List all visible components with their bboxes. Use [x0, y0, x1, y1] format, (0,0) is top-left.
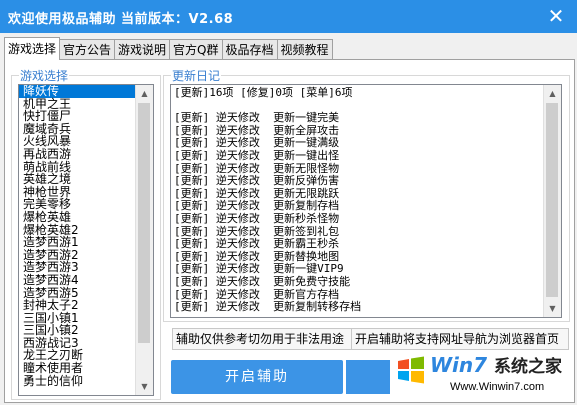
tab-game-instructions[interactable]: 游戏说明: [114, 39, 171, 60]
tab-official-qq-group[interactable]: 官方Q群: [169, 39, 223, 60]
watermark-url: Www.Winwin7.com: [450, 381, 545, 393]
game-list-item[interactable]: 造梦西游4: [19, 274, 153, 287]
scroll-up-icon[interactable]: ▲: [136, 85, 153, 102]
game-list-item[interactable]: 英雄之境: [19, 173, 153, 186]
watermark: Win7 系统之家 Www.Winwin7.com: [396, 351, 577, 405]
game-list-item[interactable]: 封神太子2: [19, 299, 153, 312]
game-list-item[interactable]: 再战西游: [19, 148, 153, 161]
game-listbox[interactable]: 降妖传 机甲之王 快打僵尸 魔域奇兵 火线风暴 再战西游 萌战前线 英雄之境 神枪世界 完美零移爆…: [18, 84, 154, 396]
changelog-line: [更新] 逆天修改 更新一键出怪: [174, 148, 340, 162]
changelog-line: [更新] 逆天修改 更新秒杀怪物: [174, 211, 340, 225]
scroll-down-icon[interactable]: ▼: [136, 378, 153, 395]
watermark-brand-en: Win: [430, 353, 474, 377]
tab-video-tutorials[interactable]: 视频教程: [276, 39, 333, 60]
watermark-brand: Win7 系统之家: [430, 352, 562, 377]
title-bar: 欢迎使用极品辅助 当前版本：V2.68 ✕: [0, 0, 577, 33]
changelog-line: [更新] 逆天修改 更新霸王秒杀: [174, 237, 340, 251]
game-list-item[interactable]: 三国小镇2: [19, 324, 153, 337]
game-list-item[interactable]: 降妖传: [19, 85, 135, 98]
tab-official-announcement[interactable]: 官方公告: [59, 39, 116, 60]
game-list-item[interactable]: 勇士的信仰: [19, 375, 153, 388]
game-select-group-label: 游戏选择: [19, 67, 70, 84]
changelog-line: [更新] 逆天修改 更新复制转移存档: [174, 300, 362, 314]
window-title: 欢迎使用极品辅助 当前版本：V2.68: [8, 12, 234, 27]
changelog-line: [更新] 逆天修改 更新一键完美: [174, 111, 340, 125]
scroll-down-icon[interactable]: ▼: [544, 300, 561, 317]
secondary-button[interactable]: [346, 360, 390, 394]
game-list-item[interactable]: 爆枪英雄: [19, 211, 153, 224]
tab-premium-saves[interactable]: 极品存档: [221, 39, 278, 60]
tab-game-select[interactable]: 游戏选择: [4, 37, 61, 60]
scroll-up-icon[interactable]: ▲: [544, 85, 561, 102]
changelog-textbox[interactable]: [更新]16项 [修复]0项 [菜单]6项 [更新] 逆天修改 更新一键完美 [更新…: [170, 84, 562, 318]
close-icon[interactable]: ✕: [545, 5, 567, 27]
game-list-scrollbar[interactable]: ▲ ▼: [135, 85, 153, 395]
changelog-lines: [更新]16项 [修复]0项 [菜单]6项 [更新] 逆天修改 更新一键完美 [更新…: [174, 86, 362, 314]
game-list-item[interactable]: 造梦西游1: [19, 236, 153, 249]
tab-bar: 游戏选择 官方公告 游戏说明 官方Q群 极品存档 视频教程: [4, 37, 333, 60]
disclaimer-notice: 辅助仅供参考切勿用于非法用途: [172, 328, 356, 350]
changelog-line: [更新] 逆天修改 更新免费守技能: [174, 274, 351, 288]
browser-homepage-notice: 开启辅助将支持网址导航为浏览器首页: [351, 328, 569, 350]
changelog-scrollbar[interactable]: ▲ ▼: [543, 85, 561, 317]
watermark-brand-digit: 7: [473, 353, 488, 377]
game-list-item[interactable]: 快打僵尸: [19, 110, 153, 123]
changelog-line: [更新] 逆天修改 更新反弹伤害: [174, 174, 340, 188]
changelog-line: [更新]16项 [修复]0项 [菜单]6项: [174, 86, 353, 99]
start-assist-button[interactable]: 开启辅助: [171, 360, 343, 394]
game-list: 降妖传 机甲之王 快打僵尸 魔域奇兵 火线风暴 再战西游 萌战前线 英雄之境 神枪世界 完美零移爆…: [19, 85, 153, 387]
watermark-brand-cn: 系统之家: [494, 357, 563, 377]
windows-logo-icon: [398, 356, 424, 384]
changelog-group-label: 更新日记: [171, 67, 222, 84]
scrollbar-thumb[interactable]: [546, 103, 558, 297]
scrollbar-thumb[interactable]: [138, 103, 150, 343]
game-list-item[interactable]: 瞳术使用者: [19, 362, 153, 375]
